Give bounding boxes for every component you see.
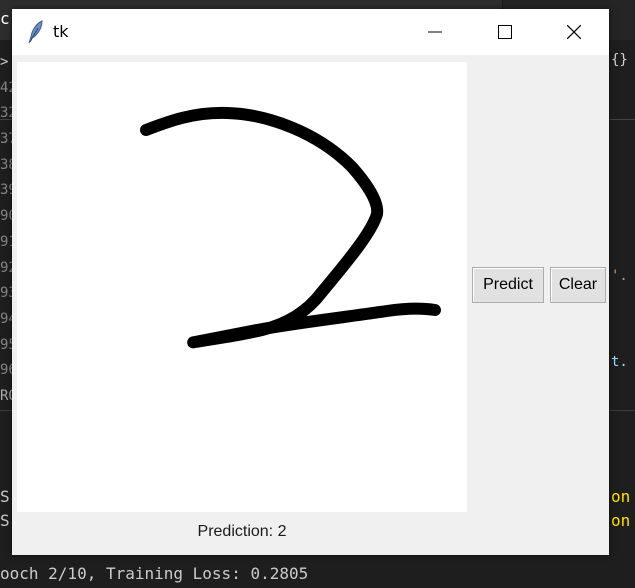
title-bar[interactable]: tk [12,9,609,55]
minimize-icon [428,31,442,33]
clear-button[interactable]: Clear [550,267,606,303]
drawing-canvas[interactable] [17,62,467,512]
tk-window: tk Predict Clear Prediction: 2 [12,9,609,555]
code-fragment: t. [611,354,628,370]
close-icon [567,25,581,39]
code-fragment: {} [611,52,628,68]
terminal-line: S [0,511,10,530]
editor-tab-label: c [0,9,10,28]
maximize-icon [498,25,512,39]
prediction-label: Prediction: 2 [197,523,287,540]
divider [610,119,635,120]
feather-icon [25,20,47,44]
code-fragment: '. [611,268,628,284]
terminal-line: ooch 2/10, Training Loss: 0.2805 [0,564,309,583]
terminal-line: S [0,487,10,506]
close-button[interactable] [539,9,609,55]
terminal-fragment: on [611,511,631,530]
handwritten-digit-stroke [140,106,441,349]
maximize-button[interactable] [470,9,540,55]
minimize-button[interactable] [400,9,470,55]
terminal-fragment: on [611,487,631,506]
window-title: tk [53,22,69,41]
predict-button[interactable]: Predict [472,267,544,303]
